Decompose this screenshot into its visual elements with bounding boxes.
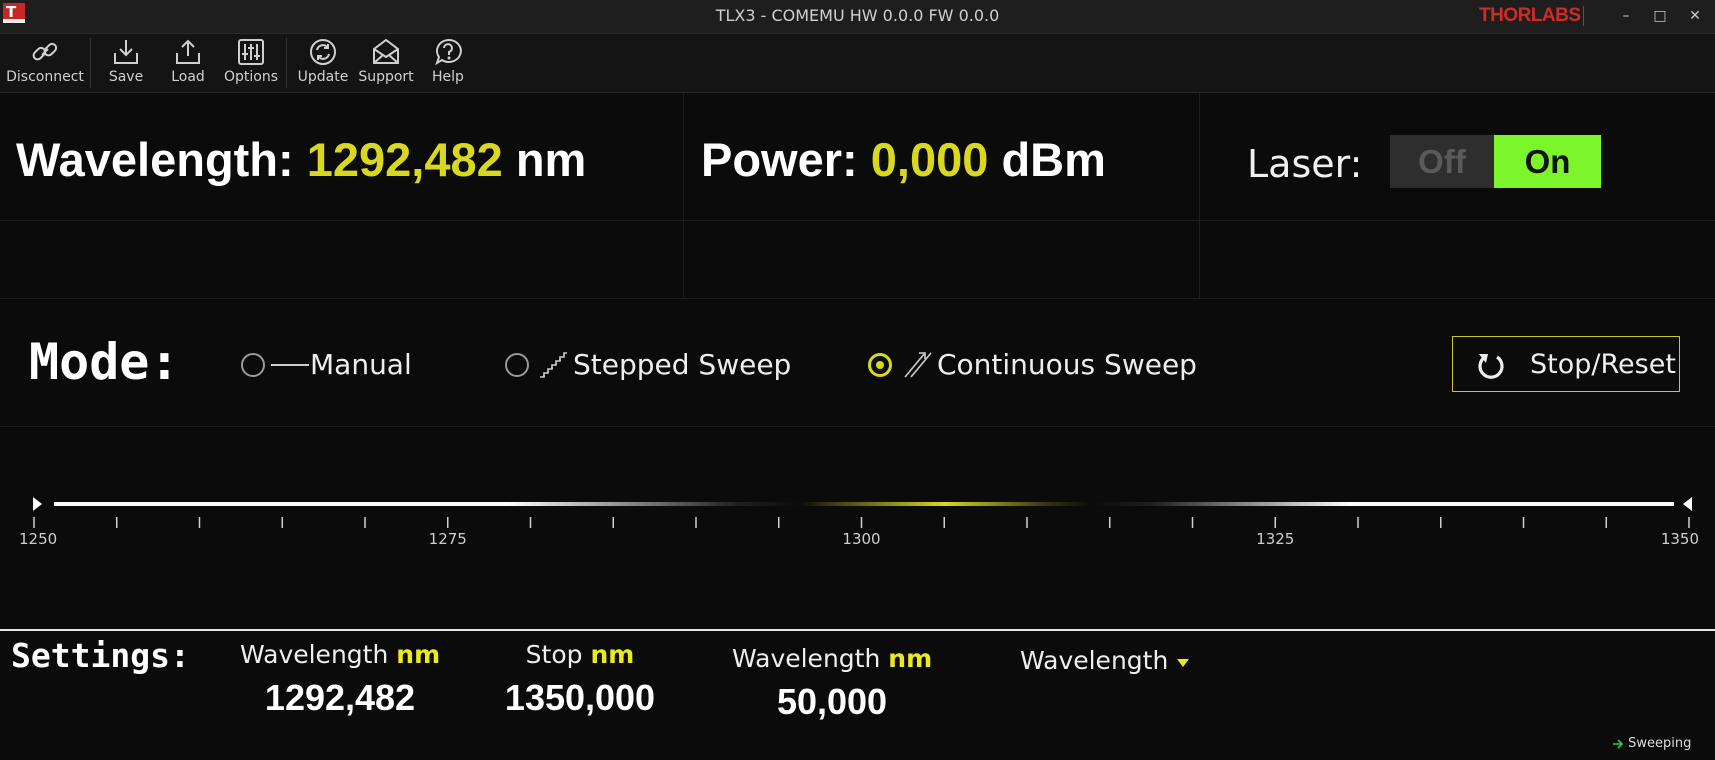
manual-label[interactable]: Manual [310, 348, 412, 381]
save-button[interactable]: Save [100, 34, 152, 92]
panel-divider [0, 220, 1715, 221]
toolbar: Disconnect Save Load Options Update Supp… [0, 34, 1715, 93]
settings-stop-value[interactable]: 1350,000 [480, 677, 680, 719]
stop-reset-button[interactable]: Stop/Reset [1452, 336, 1680, 392]
window-title: TLX3 - COMEMU HW 0.0.0 FW 0.0.0 [715, 6, 1000, 25]
help-button[interactable]: Help [420, 34, 476, 92]
settings-step-field[interactable]: Wavelength nm 50,000 [732, 644, 932, 723]
support-label: Support [358, 69, 414, 85]
load-button[interactable]: Load [162, 34, 214, 92]
settings-stop-head: Stop nm [480, 640, 680, 669]
settings-wavelength-head: Wavelength nm [240, 640, 440, 669]
scale-tick-label: 1250 [19, 530, 57, 548]
load-label: Load [171, 69, 205, 85]
chevron-down-icon [1177, 659, 1190, 667]
panel-divider [0, 298, 1715, 299]
settings-stop-field[interactable]: Stop nm 1350,000 [480, 640, 680, 719]
scale-tick-label: 1300 [842, 530, 880, 548]
panel-divider [0, 426, 1715, 427]
laser-on-button[interactable]: On [1494, 135, 1601, 188]
toolbar-separator [286, 38, 287, 88]
sliders-icon [238, 39, 264, 65]
wavelength-readout: Wavelength: 1292,482 nm [16, 132, 586, 187]
update-label: Update [297, 69, 349, 85]
title-divider [1583, 6, 1584, 26]
settings-label: Settings: [11, 636, 190, 675]
title-bar: T TLX3 - COMEMU HW 0.0.0 FW 0.0.0 THORLA… [0, 0, 1715, 34]
settings-step-unit: nm [888, 644, 933, 673]
laser-toggle[interactable]: Off On [1390, 135, 1601, 188]
settings-divider [0, 629, 1715, 631]
stepped-sweep-radio[interactable] [505, 353, 529, 377]
reset-icon [1478, 354, 1504, 379]
stop-reset-label: Stop/Reset [1530, 349, 1676, 380]
power-readout: Power: 0,000 dBm [701, 132, 1106, 187]
settings-wavelength-unit: nm [396, 640, 441, 669]
sweep-parameter-dropdown[interactable]: Wavelength [1020, 646, 1190, 675]
panel-divider [683, 93, 684, 298]
continuous-sweep-label[interactable]: Continuous Sweep [937, 348, 1197, 381]
laser-off-button[interactable]: Off [1390, 135, 1494, 188]
link-icon [32, 42, 58, 61]
arrow-right-icon [1613, 738, 1624, 749]
settings-wavelength-title: Wavelength [240, 640, 389, 669]
close-button[interactable]: ✕ [1680, 4, 1710, 28]
settings-step-value[interactable]: 50,000 [732, 681, 932, 723]
wavelength-value: 1292,482 [306, 133, 503, 186]
scale-start-marker[interactable] [33, 497, 42, 511]
scale-tick-label: 1275 [429, 530, 467, 548]
status-text: Sweeping [1628, 736, 1692, 751]
envelope-icon [373, 38, 399, 64]
continuous-sweep-radio[interactable] [868, 353, 892, 377]
toolbar-separator [90, 38, 91, 88]
settings-wavelength-field[interactable]: Wavelength nm 1292,482 [240, 640, 440, 719]
settings-stop-unit: nm [590, 640, 635, 669]
minimize-button[interactable]: – [1611, 4, 1641, 28]
scale-ticks [33, 517, 1690, 528]
dropdown-value: Wavelength [1020, 646, 1169, 675]
settings-wavelength-value[interactable]: 1292,482 [240, 677, 440, 719]
update-button[interactable]: Update [292, 34, 354, 92]
refresh-icon [310, 39, 336, 65]
scale-tick-label: 1325 [1256, 530, 1294, 548]
scale-bar [54, 502, 1674, 506]
save-icon [114, 40, 138, 64]
stepped-sweep-label[interactable]: Stepped Sweep [573, 348, 791, 381]
power-value: 0,000 [870, 133, 989, 186]
panel-divider [1199, 93, 1200, 298]
help-icon [435, 38, 462, 66]
manual-line-icon [271, 364, 309, 366]
scale-end-marker[interactable] [1683, 497, 1692, 511]
brand-logo: THORLABS [1479, 5, 1581, 26]
settings-step-title: Wavelength [732, 644, 881, 673]
power-label: Power: [701, 133, 858, 186]
wavelength-label: Wavelength: [16, 133, 294, 186]
disconnect-button[interactable]: Disconnect [4, 34, 86, 92]
stepped-sweep-icon [540, 352, 567, 378]
options-label: Options [223, 69, 279, 85]
help-label: Help [432, 69, 464, 85]
maximize-button[interactable]: □ [1645, 4, 1675, 28]
wavelength-unit: nm [515, 133, 587, 186]
continuous-sweep-icon [904, 352, 932, 378]
save-label: Save [108, 69, 144, 85]
scale-tick-labels: 1250 1275 1300 1325 1350 [19, 530, 1699, 548]
settings-stop-title: Stop [525, 640, 583, 669]
settings-step-head: Wavelength nm [732, 644, 932, 673]
load-icon [176, 39, 200, 64]
manual-radio[interactable] [241, 353, 265, 377]
mode-label: Mode: [29, 333, 180, 391]
wavelength-scale: 1250 1275 1300 1325 1350 [19, 497, 1699, 548]
laser-label: Laser: [1247, 142, 1363, 186]
options-button[interactable]: Options [220, 34, 282, 92]
scale-tick-label: 1350 [1661, 530, 1699, 548]
support-button[interactable]: Support [355, 34, 417, 92]
status-indicator: Sweeping [1612, 736, 1691, 751]
disconnect-label: Disconnect [6, 69, 84, 85]
power-unit: dBm [1001, 133, 1106, 186]
